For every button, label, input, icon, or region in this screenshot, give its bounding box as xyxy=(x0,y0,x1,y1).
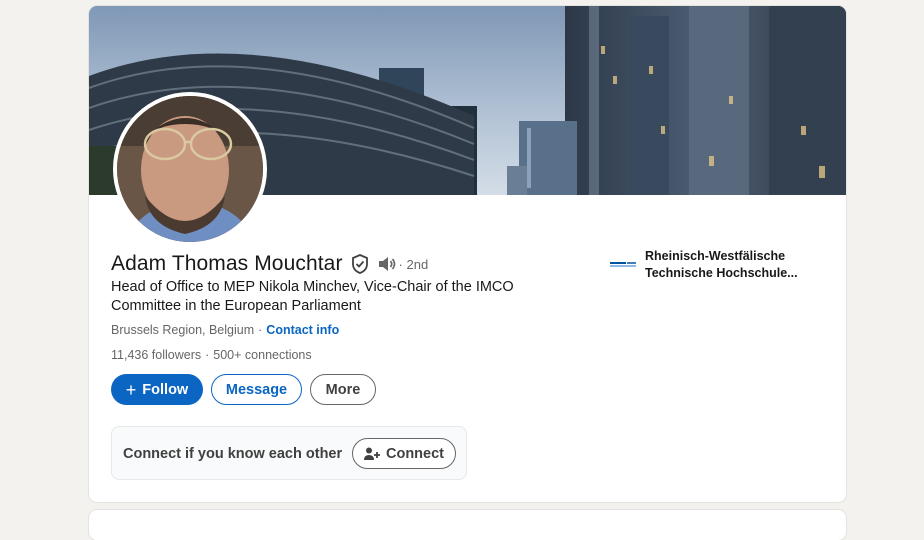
profile-headline: Head of Office to MEP Nikola Minchev, Vi… xyxy=(111,279,514,314)
school-logo xyxy=(609,260,637,270)
education-name: Rheinisch-Westfälische Technische Hochsc… xyxy=(645,249,798,280)
profile-photo[interactable] xyxy=(113,92,267,246)
location-row: Brussels Region, Belgium · Contact info xyxy=(111,323,339,337)
profile-card: Adam Thomas Mouchtar · 2nd Head of Offic… xyxy=(89,6,846,502)
follow-button[interactable]: + Follow xyxy=(111,374,203,405)
location-text: Brussels Region, Belgium xyxy=(111,323,255,337)
message-button[interactable]: Message xyxy=(211,374,302,405)
speaker-icon[interactable] xyxy=(377,255,397,273)
connection-degree: · 2nd xyxy=(398,256,429,272)
follow-label: Follow xyxy=(142,381,189,398)
profile-name: Adam Thomas Mouchtar xyxy=(111,252,343,275)
education-entry[interactable]: Rheinisch-Westfälische Technische Hochsc… xyxy=(609,248,815,282)
add-person-icon xyxy=(364,447,380,460)
plus-icon: + xyxy=(125,379,137,400)
location-separator: · xyxy=(258,323,263,337)
connect-prompt: Connect if you know each other Connect xyxy=(111,426,467,480)
connections-count: 500+ connections xyxy=(213,348,312,362)
contact-info-link[interactable]: Contact info xyxy=(266,323,339,337)
profile-actions: + Follow Message More xyxy=(111,374,376,405)
connect-prompt-text: Connect if you know each other xyxy=(123,446,343,462)
name-row: Adam Thomas Mouchtar · 2nd xyxy=(111,252,428,276)
stats-row: 11,436 followers · 500+ connections xyxy=(111,348,312,362)
connect-button[interactable]: Connect xyxy=(352,438,456,469)
followers-count: 11,436 followers xyxy=(111,348,202,362)
verified-shield-icon[interactable] xyxy=(351,254,369,274)
next-section-card xyxy=(89,510,846,540)
more-button[interactable]: More xyxy=(310,374,376,405)
connect-label: Connect xyxy=(386,445,444,462)
stats-separator: · xyxy=(205,348,210,362)
